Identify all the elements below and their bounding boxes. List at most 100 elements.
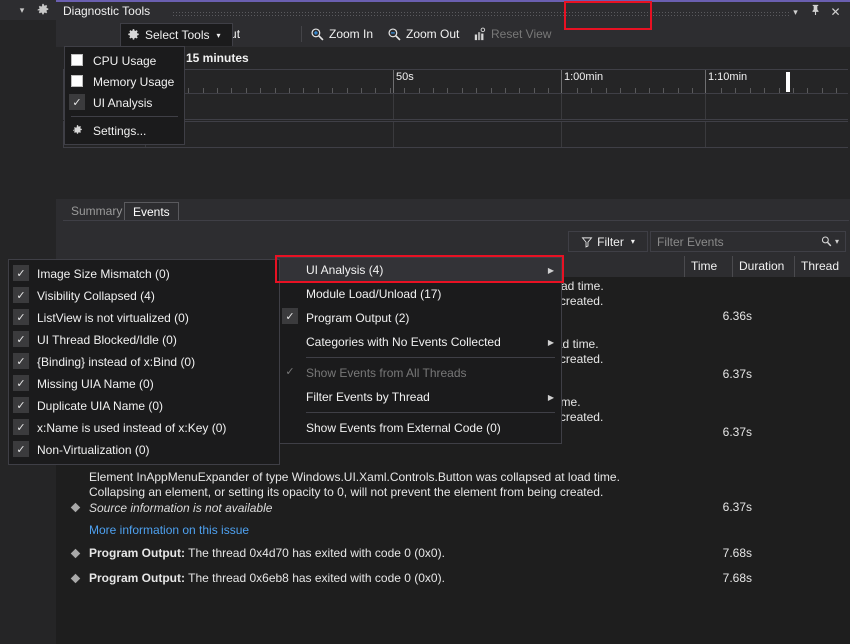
zoom-out-button[interactable]: Zoom Out (383, 24, 463, 44)
zoom-in-icon (310, 27, 325, 42)
ruler-tick-label: 50s (393, 71, 414, 83)
source-info-text: Source information is not available (89, 501, 690, 516)
menu-item-module-load-unload[interactable]: Module Load/Unload (17) (278, 282, 561, 306)
checkmark-icon[interactable]: ✓ (13, 441, 29, 457)
menu-item-listview-not-virtualized[interactable]: ✓ ListView is not virtualized (0) (9, 307, 279, 329)
menu-item-memory-usage[interactable]: Memory Usage (65, 71, 184, 92)
menu-item-binding-instead-of-xbind[interactable]: ✓ {Binding} instead of x:Bind (0) (9, 351, 279, 373)
swimlane-track[interactable] (97, 94, 848, 119)
checkmark-icon[interactable]: ✓ (13, 309, 29, 325)
zoom-in-label: Zoom In (329, 24, 373, 44)
reset-view-label: Reset View (491, 24, 551, 44)
program-output-prefix: Program Output: (89, 546, 185, 560)
menu-item-settings[interactable]: Settings... (65, 120, 184, 141)
menu-item-non-virtualization[interactable]: ✓ Non-Virtualization (0) (9, 439, 279, 461)
menu-item-show-events-all-threads: ✓ Show Events from All Threads (278, 361, 561, 385)
chevron-down-icon[interactable]: ▾ (16, 4, 28, 16)
timeline-cursor[interactable] (786, 72, 790, 92)
checkmark-icon[interactable]: ✓ (13, 397, 29, 413)
tabs-bar: Summary Events (56, 199, 850, 221)
close-icon[interactable]: ✕ (827, 4, 844, 21)
menu-separator (306, 412, 555, 413)
reset-view-icon (472, 27, 487, 42)
column-header-time[interactable]: Time (684, 256, 732, 277)
vs-shell-top-bar: ▾ (0, 0, 56, 20)
submenu-arrow-icon: ▶ (548, 338, 554, 347)
menu-item-show-events-external-code[interactable]: Show Events from External Code (0) (278, 416, 561, 440)
menu-item-cpu-usage[interactable]: CPU Usage (65, 50, 184, 71)
menu-item-xname-instead-of-xkey[interactable]: ✓ x:Name is used instead of x:Key (0) (9, 417, 279, 439)
event-diamond-icon (70, 548, 81, 559)
menu-item-label: {Binding} instead of x:Bind (0) (9, 355, 195, 369)
submenu-arrow-icon: ▶ (548, 266, 554, 275)
menu-item-visibility-collapsed[interactable]: ✓ Visibility Collapsed (4) (9, 285, 279, 307)
menu-item-label: Missing UIA Name (0) (9, 377, 154, 391)
pin-icon[interactable] (807, 4, 824, 21)
menu-item-image-size-mismatch[interactable]: ✓ Image Size Mismatch (0) (9, 263, 279, 285)
menu-item-label: ListView is not virtualized (0) (9, 311, 189, 325)
menu-item-missing-uia-name[interactable]: ✓ Missing UIA Name (0) (9, 373, 279, 395)
search-options-chevron-icon[interactable]: ▾ (835, 237, 839, 246)
menu-separator (306, 357, 555, 358)
swimlane-track[interactable] (97, 122, 848, 147)
select-tools-button[interactable]: Select Tools ▾ (120, 23, 233, 46)
more-info-link[interactable]: More information on this issue (89, 523, 690, 538)
checkmark-icon[interactable]: ✓ (69, 94, 85, 110)
menu-item-ui-thread-blocked-idle[interactable]: ✓ UI Thread Blocked/Idle (0) (9, 329, 279, 351)
checkmark-icon: ✓ (282, 363, 298, 379)
search-icon (820, 235, 833, 248)
program-output-prefix: Program Output: (89, 571, 185, 585)
search-input[interactable]: Filter Events ▾ (650, 231, 846, 252)
checkmark-icon[interactable]: ✓ (13, 375, 29, 391)
event-message-line: Element InAppMenuExpander of type Window… (89, 470, 690, 485)
checkmark-icon[interactable]: ✓ (282, 308, 298, 324)
menu-item-ui-analysis[interactable]: UI Analysis (4) ▶ (278, 258, 561, 282)
ui-analysis-submenu[interactable]: ✓ Image Size Mismatch (0) ✓ Visibility C… (8, 259, 280, 465)
tab-summary[interactable]: Summary (63, 202, 130, 221)
checkmark-icon[interactable]: ✓ (13, 287, 29, 303)
drag-dots[interactable] (172, 11, 790, 16)
select-tools-label: Select Tools (145, 28, 209, 42)
gear-icon[interactable] (36, 3, 50, 17)
gear-icon (69, 122, 85, 138)
filter-button[interactable]: Filter ▾ (568, 231, 648, 252)
event-time: 7.68s (690, 571, 752, 585)
menu-item-filter-events-by-thread[interactable]: Filter Events by Thread ▶ (278, 385, 561, 409)
tab-events[interactable]: Events (124, 202, 179, 221)
event-diamond-icon (70, 573, 81, 584)
menu-item-label: Duplicate UIA Name (0) (9, 399, 163, 413)
filter-dropdown-menu[interactable]: UI Analysis (4) ▶ Module Load/Unload (17… (277, 257, 562, 444)
program-output-text: The thread 0x4d70 has exited with code 0… (185, 546, 445, 560)
zoom-in-button[interactable]: Zoom In (306, 24, 377, 44)
checkbox-unchecked-icon[interactable] (71, 75, 83, 87)
menu-item-label: UI Thread Blocked/Idle (0) (9, 333, 177, 347)
ruler-tick-label: 1:00min (561, 71, 603, 83)
list-item[interactable]: More information on this issue (56, 523, 850, 539)
menu-item-label: Visibility Collapsed (4) (9, 289, 155, 303)
menu-item-label: x:Name is used instead of x:Key (0) (9, 421, 226, 435)
column-header-thread[interactable]: Thread (794, 256, 850, 277)
window-title: Diagnostic Tools (63, 4, 150, 18)
checkmark-icon[interactable]: ✓ (13, 419, 29, 435)
checkmark-icon[interactable]: ✓ (13, 331, 29, 347)
menu-item-duplicate-uia-name[interactable]: ✓ Duplicate UIA Name (0) (9, 395, 279, 417)
select-tools-menu[interactable]: CPU Usage Memory Usage ✓ UI Analysis Set… (64, 46, 185, 145)
table-row[interactable]: Program Output: The thread 0x6eb8 has ex… (56, 570, 850, 590)
column-header-duration[interactable]: Duration (732, 256, 794, 277)
filter-label: Filter (597, 235, 624, 249)
menu-item-label: Show Events from External Code (0) (278, 421, 501, 435)
funnel-icon (581, 236, 593, 248)
checkmark-icon[interactable]: ✓ (13, 265, 29, 281)
table-row[interactable]: Program Output: The thread 0x4d70 has ex… (56, 545, 850, 565)
menu-item-categories-no-events[interactable]: Categories with No Events Collected ▶ (278, 330, 561, 354)
reset-view-button[interactable]: Reset View (468, 24, 555, 44)
window-menu-chevron-icon[interactable]: ▾ (787, 4, 804, 21)
zoom-out-icon (387, 27, 402, 42)
checkbox-unchecked-icon[interactable] (71, 54, 83, 66)
menu-item-ui-analysis[interactable]: ✓ UI Analysis (65, 92, 184, 113)
checkmark-icon[interactable]: ✓ (13, 353, 29, 369)
menu-item-program-output[interactable]: ✓ Program Output (2) (278, 306, 561, 330)
menu-item-label: Image Size Mismatch (0) (9, 267, 170, 281)
menu-item-label: Filter Events by Thread (278, 390, 430, 404)
gear-icon (126, 28, 141, 43)
